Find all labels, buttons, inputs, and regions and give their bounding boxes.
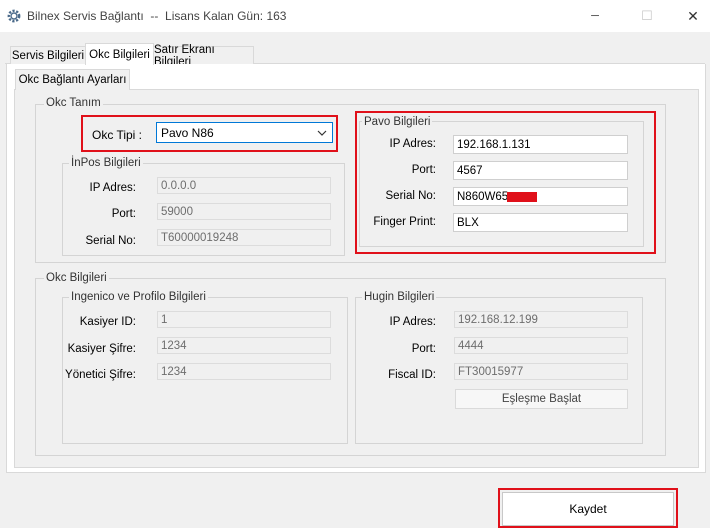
subtab-okc-baglanti-ayarlari[interactable]: Okc Bağlantı Ayarları [15,69,130,90]
tab-label: Servis Bilgileri [11,49,85,62]
kasiyer-sifre-value: 1234 [161,339,187,352]
tab-okc-bilgileri[interactable]: Okc Bilgileri [85,43,154,65]
pavo-finger-field[interactable]: BLX [453,213,628,232]
pavo-port-value: 4567 [457,164,483,177]
inpos-serial-value: T60000019248 [161,231,239,244]
hugin-ip-field[interactable]: 192.168.12.199 [454,311,628,328]
minimize-button[interactable]: ─ [572,0,618,32]
pavo-port-label: Port: [411,164,436,176]
tab-servis-bilgileri[interactable]: Servis Bilgileri [10,46,86,64]
inpos-port-value: 59000 [161,205,193,218]
close-button[interactable]: ✕ [670,0,710,32]
hugin-fiscal-label: Fiscal ID: [388,369,436,381]
pavo-port-field[interactable]: 4567 [453,161,628,180]
inpos-ip-value: 0.0.0.0 [161,179,197,192]
hugin-port-field[interactable]: 4444 [454,337,628,354]
pavo-highlight [355,111,656,254]
tab-label: Okc Bilgileri [89,48,150,61]
pavo-ip-value: 192.168.1.131 [457,138,531,151]
kasiyer-id-value: 1 [161,313,168,326]
kaydet-button[interactable]: Kaydet [502,492,674,526]
inpos-ip-field[interactable]: 0.0.0.0 [157,177,331,194]
eslesme-baslat-label: Eşleşme Başlat [501,393,582,405]
hugin-ip-value: 192.168.12.199 [458,313,538,326]
pavo-serial-label: Serial No: [385,190,437,202]
close-icon: ✕ [687,7,699,24]
hugin-legend: Hugin Bilgileri [362,291,437,303]
maximize-button[interactable]: ☐ [624,0,670,32]
yonetici-sifre-value: 1234 [161,365,187,378]
pavo-serial-value: N860W65 [457,190,509,203]
inpos-port-label: Port: [111,208,136,220]
subtab-label: Okc Bağlantı Ayarları [18,74,127,86]
okc-tipi-value: Pavo N86 [161,125,214,140]
pavo-serial-field[interactable]: N860W65 [453,187,628,206]
inpos-serial-field[interactable]: T60000019248 [157,229,331,246]
gear-icon [7,9,21,23]
inpos-port-field[interactable]: 59000 [157,203,331,220]
yonetici-sifre-field[interactable]: 1234 [157,363,331,380]
inpos-serial-label: Serial No: [85,235,137,247]
pavo-ip-label: IP Adres: [389,138,436,150]
okc-tanim-legend: Okc Tanım [44,97,103,109]
pavo-finger-value: BLX [457,216,479,229]
inpos-ip-label: IP Adres: [89,182,136,194]
inpos-legend: İnPos Bilgileri [69,157,143,169]
kasiyer-sifre-label: Kasiyer Şifre: [67,343,136,355]
yonetici-sifre-label: Yönetici Şifre: [65,369,136,381]
tab-satir-ekrani-bilgileri[interactable]: Satır Ekranı Bilgileri [153,44,254,68]
okc-bilgileri-legend: Okc Bilgileri [44,272,109,284]
window-title: Bilnex Servis Bağlantı -- Lisans Kalan G… [27,9,287,23]
title-bar: Bilnex Servis Bağlantı -- Lisans Kalan G… [0,0,710,32]
kasiyer-id-label: Kasiyer ID: [79,316,136,328]
pavo-finger-label: Finger Print: [373,216,436,228]
okc-tipi-label: Okc Tipi : [92,128,143,142]
eslesme-baslat-button[interactable]: Eşleşme Başlat [455,389,628,409]
chevron-down-icon [317,130,327,136]
redaction-mark [507,192,537,202]
hugin-port-label: Port: [411,343,436,355]
maximize-icon: ☐ [641,8,653,23]
pavo-ip-field[interactable]: 192.168.1.131 [453,135,628,154]
kasiyer-id-field[interactable]: 1 [157,311,331,328]
kasiyer-sifre-field[interactable]: 1234 [157,337,331,354]
hugin-ip-label: IP Adres: [389,316,436,328]
ingenico-legend: Ingenico ve Profilo Bilgileri [69,291,208,303]
kaydet-label: Kaydet [569,502,607,516]
minimize-icon: ─ [591,10,599,22]
hugin-fiscal-field[interactable]: FT30015977 [454,363,628,380]
okc-tipi-select[interactable]: Pavo N86 [156,122,333,143]
hugin-port-value: 4444 [458,339,484,352]
hugin-fiscal-value: FT30015977 [458,365,524,378]
